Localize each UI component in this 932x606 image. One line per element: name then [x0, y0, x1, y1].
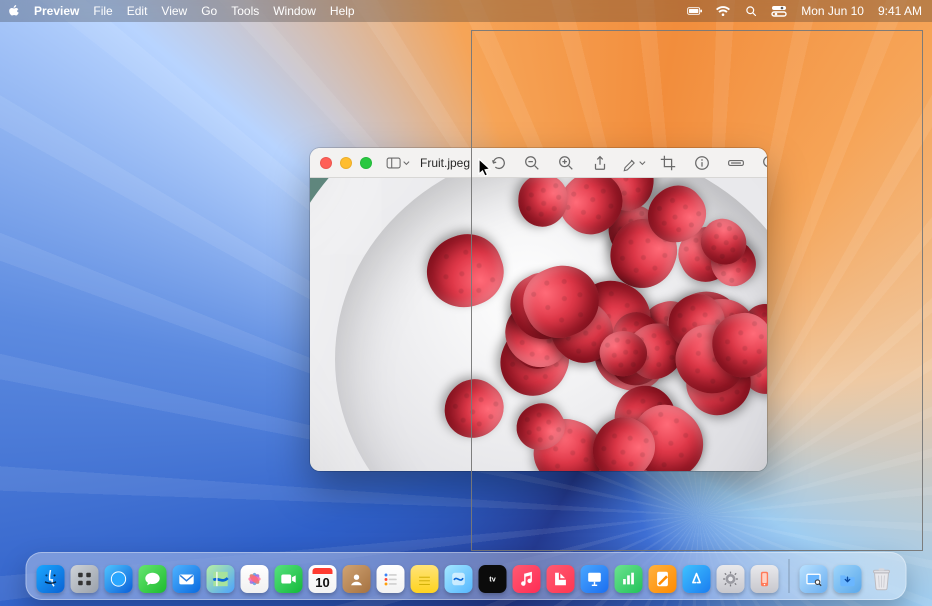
dock-app-appstore[interactable] [683, 565, 711, 593]
share-button[interactable] [588, 152, 612, 174]
menu-view[interactable]: View [161, 4, 187, 18]
dock-app-maps[interactable] [207, 565, 235, 593]
chevron-down-icon [403, 159, 410, 167]
dock-app-music[interactable] [513, 565, 541, 593]
preview-window[interactable]: Fruit.jpeg [310, 148, 767, 471]
date-label[interactable]: Mon Jun 10 [801, 4, 864, 18]
window-controls [320, 157, 372, 169]
dock-app-pages[interactable] [649, 565, 677, 593]
apple-menu[interactable] [8, 4, 20, 18]
document-title: Fruit.jpeg [420, 156, 470, 170]
search-button[interactable] [758, 152, 767, 174]
menubar: Preview File Edit View Go Tools Window H… [0, 0, 932, 22]
active-app-name[interactable]: Preview [34, 4, 79, 18]
photo-content [310, 178, 767, 471]
dock-app-finder[interactable] [37, 565, 65, 593]
menu-tools[interactable]: Tools [231, 4, 259, 18]
dock-folder-downloads[interactable] [834, 565, 862, 593]
time-label[interactable]: 9:41 AM [878, 4, 922, 18]
menu-file[interactable]: File [93, 4, 112, 18]
rotate-left-button[interactable] [486, 152, 510, 174]
window-close-button[interactable] [320, 157, 332, 169]
zoom-in-button[interactable] [554, 152, 578, 174]
dock-app-numbers[interactable] [615, 565, 643, 593]
window-fullscreen-button[interactable] [360, 157, 372, 169]
dock-trash[interactable] [868, 565, 896, 593]
dock-app-safari[interactable] [105, 565, 133, 593]
zoom-out-button[interactable] [520, 152, 544, 174]
info-button[interactable] [690, 152, 714, 174]
window-minimize-button[interactable] [340, 157, 352, 169]
toolbar-right [486, 152, 767, 174]
dock-app-messages[interactable] [139, 565, 167, 593]
control-center-icon[interactable] [771, 5, 787, 17]
wifi-icon[interactable] [715, 5, 731, 17]
dock-separator [789, 559, 790, 593]
dock-app-launchpad[interactable] [71, 565, 99, 593]
dock-app-iphone-mirroring[interactable] [751, 565, 779, 593]
spotlight-icon[interactable] [743, 5, 759, 17]
svg-text:tv: tv [489, 575, 495, 584]
dock-app-freeform[interactable] [445, 565, 473, 593]
calendar-day-label: 10 [309, 565, 337, 593]
crop-button[interactable] [656, 152, 680, 174]
menu-go[interactable]: Go [201, 4, 217, 18]
dock-app-settings[interactable] [717, 565, 745, 593]
dock-app-news[interactable] [547, 565, 575, 593]
dock-app-tv[interactable]: tv [479, 565, 507, 593]
dock-app-photos[interactable] [241, 565, 269, 593]
menu-edit[interactable]: Edit [127, 4, 148, 18]
highlight-button[interactable] [724, 152, 748, 174]
dock-app-notes[interactable] [411, 565, 439, 593]
dock-app-mail[interactable] [173, 565, 201, 593]
menu-window[interactable]: Window [273, 4, 316, 18]
menu-help[interactable]: Help [330, 4, 355, 18]
sidebar-toggle-button[interactable] [386, 152, 410, 174]
dock-app-reminders[interactable] [377, 565, 405, 593]
dock-app-keynote[interactable] [581, 565, 609, 593]
chevron-down-icon [639, 159, 646, 167]
status-area: Mon Jun 10 9:41 AM [687, 4, 922, 18]
markup-button[interactable] [622, 152, 646, 174]
dock-app-contacts[interactable] [343, 565, 371, 593]
window-titlebar[interactable]: Fruit.jpeg [310, 148, 767, 178]
dock: 10 tv [26, 552, 907, 600]
dock-app-preview[interactable] [800, 565, 828, 593]
image-viewport[interactable] [310, 178, 767, 471]
dock-app-calendar[interactable]: 10 [309, 565, 337, 593]
battery-icon[interactable] [687, 5, 703, 17]
dock-app-facetime[interactable] [275, 565, 303, 593]
